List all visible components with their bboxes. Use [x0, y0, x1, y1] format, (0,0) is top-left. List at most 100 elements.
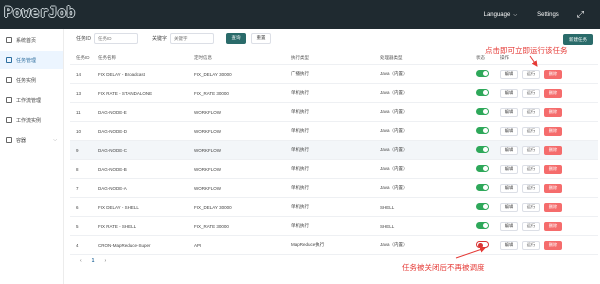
edit-button[interactable]: 编辑 — [500, 221, 518, 231]
processor-type-cell: SHELL — [380, 204, 395, 210]
top-right-menu: Language ⌵ Settings ⤢ — [484, 0, 600, 29]
task-id-cell: 14 — [76, 71, 82, 77]
delete-button[interactable]: 删除 — [544, 183, 562, 193]
run-button[interactable]: 运行 — [522, 69, 540, 79]
edit-button[interactable]: 编辑 — [500, 88, 518, 98]
task-name-cell: DAG-NODE-B — [98, 166, 127, 172]
task-name-cell: CRON-MapReduce-Super — [98, 242, 151, 248]
task-id-cell: 10 — [76, 128, 82, 134]
run-button[interactable]: 运行 — [522, 202, 540, 212]
app-logo: PowerJob — [4, 5, 76, 21]
exec-type-cell: 单机执行 — [291, 128, 309, 133]
processor-type-cell: Java（内置） — [380, 185, 408, 190]
task-name-cell: FIX DELAY - SHELL — [98, 204, 139, 210]
edit-button[interactable]: 编辑 — [500, 107, 518, 117]
status-cell — [476, 108, 500, 116]
status-toggle[interactable] — [476, 165, 489, 172]
run-button[interactable]: 运行 — [522, 240, 540, 250]
task-name-cell: DAG-NODE-E — [98, 109, 127, 115]
edit-button[interactable]: 编辑 — [500, 183, 518, 193]
sidebar-item-workflow-instance[interactable]: 工作流实例 — [0, 111, 63, 129]
delete-button[interactable]: 删除 — [544, 69, 562, 79]
delete-button[interactable]: 删除 — [544, 240, 562, 250]
disabled-annotation: 任务被关闭后不再被调度 — [402, 263, 485, 272]
status-toggle[interactable] — [476, 89, 489, 96]
processor-type-cell: Java（内置） — [380, 166, 408, 171]
sidebar-item-task-instance[interactable]: 任务实例 — [0, 71, 63, 89]
edit-button[interactable]: 编辑 — [500, 126, 518, 136]
task-table: 任务ID 任务名称 定时信息 执行类型 处理器类型 状态 操作 14 FIX DE… — [70, 51, 598, 255]
edit-button[interactable]: 编辑 — [500, 164, 518, 174]
status-toggle[interactable] — [476, 146, 489, 153]
run-button[interactable]: 运行 — [522, 164, 540, 174]
workflow-instance-icon — [6, 117, 12, 123]
page-number[interactable]: 1 — [92, 258, 95, 264]
schedule-cell: FIX_RATE 30000 — [194, 90, 229, 96]
status-toggle[interactable] — [476, 241, 489, 248]
chevron-down-icon: ⌵ — [513, 11, 518, 18]
task-id-input[interactable] — [94, 32, 139, 44]
task-id-cell: 6 — [76, 204, 79, 210]
task-id-cell: 8 — [76, 166, 79, 172]
run-button[interactable]: 运行 — [522, 183, 540, 193]
task-id-cell: 11 — [76, 109, 81, 115]
run-button[interactable]: 运行 — [522, 221, 540, 231]
status-toggle[interactable] — [476, 203, 489, 210]
status-toggle[interactable] — [476, 70, 489, 77]
delete-button[interactable]: 删除 — [544, 221, 562, 231]
task-name-cell: FIX RATE - SHELL — [98, 223, 137, 229]
sidebar-item-label: 系统首页 — [16, 37, 37, 44]
schedule-cell: API — [194, 242, 202, 248]
processor-type-cell: SHELL — [380, 223, 395, 229]
status-toggle[interactable] — [476, 184, 489, 191]
schedule-cell: WORKFLOW — [194, 166, 221, 172]
task-name-cell: DAG-NODE-C — [98, 147, 127, 153]
task-id-cell: 13 — [76, 90, 82, 96]
delete-button[interactable]: 删除 — [544, 107, 562, 117]
run-button[interactable]: 运行 — [522, 145, 540, 155]
language-menu[interactable]: Language ⌵ — [484, 12, 518, 18]
sidebar-item-label: 任务管理 — [16, 57, 37, 64]
schedule-cell: FIX_RATE 30000 — [194, 223, 229, 229]
exec-type-cell: 广播执行 — [291, 71, 309, 76]
sidebar-item-label: 容器 — [16, 137, 27, 144]
delete-button[interactable]: 删除 — [544, 126, 562, 136]
edit-button[interactable]: 编辑 — [500, 240, 518, 250]
schedule-cell: WORKFLOW — [194, 128, 221, 134]
settings-menu[interactable]: Settings — [537, 12, 559, 18]
exec-type-cell: 单机执行 — [291, 204, 309, 209]
table-row: 14 FIX DELAY - Broadcast FIX_DELAY 30000 广播… — [70, 65, 598, 84]
status-toggle[interactable] — [476, 108, 489, 115]
reset-button[interactable]: 重置 — [251, 32, 272, 44]
sidebar-item-task-manage[interactable]: 任务管理 — [0, 51, 63, 69]
sidebar-item-home[interactable]: 系统首页 — [0, 31, 63, 49]
delete-button[interactable]: 删除 — [544, 88, 562, 98]
exec-type-cell: 单机执行 — [291, 90, 309, 95]
edit-button[interactable]: 编辑 — [500, 69, 518, 79]
run-button[interactable]: 运行 — [522, 88, 540, 98]
new-task-button[interactable]: 新建任务 — [563, 34, 593, 45]
next-page-button[interactable]: › — [104, 258, 106, 264]
sidebar-item-workflow-manage[interactable]: 工作流管理 — [0, 91, 63, 109]
run-button[interactable]: 运行 — [522, 126, 540, 136]
edit-button[interactable]: 编辑 — [500, 145, 518, 155]
delete-button[interactable]: 删除 — [544, 164, 562, 174]
prev-page-button[interactable]: ‹ — [80, 258, 82, 264]
actions-cell: 编辑 运行 删除 — [500, 183, 598, 193]
table-row: 8 DAG-NODE-B WORKFLOW 单机执行 Java（内置） 编辑 运行 删除 — [70, 160, 598, 179]
status-toggle[interactable] — [476, 127, 489, 134]
fullscreen-icon[interactable]: ⤢ — [577, 9, 584, 20]
keyword-input[interactable] — [170, 32, 215, 44]
run-annotation: 点击即可立即运行该任务 — [485, 46, 568, 55]
schedule-cell: FIX_DELAY 30000 — [194, 204, 232, 210]
status-cell — [476, 127, 500, 135]
edit-button[interactable]: 编辑 — [500, 202, 518, 212]
delete-button[interactable]: 删除 — [544, 202, 562, 212]
sidebar-item-container[interactable]: 容器 ⌵ — [0, 131, 63, 149]
run-button[interactable]: 运行 — [522, 107, 540, 117]
query-button[interactable]: 查询 — [226, 32, 247, 44]
status-toggle[interactable] — [476, 222, 489, 229]
delete-button[interactable]: 删除 — [544, 145, 562, 155]
sidebar-item-label: 任务实例 — [16, 77, 37, 84]
status-cell — [476, 165, 500, 173]
